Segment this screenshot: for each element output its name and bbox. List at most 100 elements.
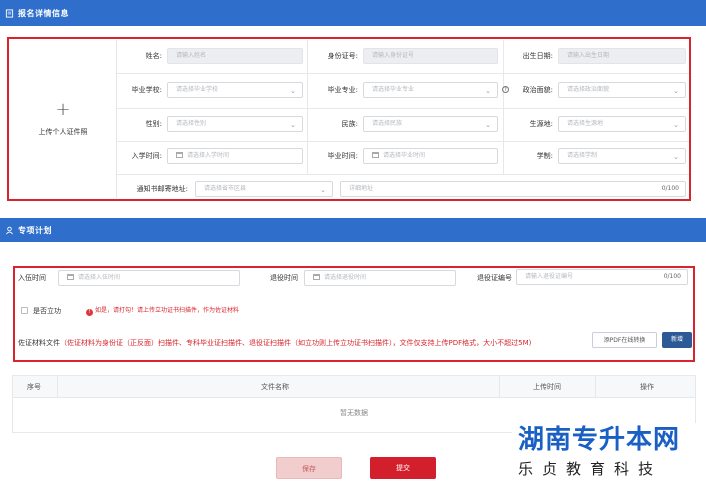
- ethnic-label: 民族:: [341, 120, 358, 128]
- chevron-down-icon: ⌄: [673, 121, 679, 129]
- politics-label: 政治面貌:: [522, 86, 553, 94]
- enlist-placeholder: 请选择入伍时间: [78, 274, 121, 281]
- divider: [117, 141, 689, 142]
- char-counter: 0/100: [663, 273, 681, 280]
- chevron-down-icon: ⌄: [290, 87, 296, 95]
- divider: [117, 108, 689, 109]
- column-actions: 操作: [640, 383, 654, 391]
- watermark-title: 湖南专升本网: [518, 425, 681, 455]
- chevron-down-icon: ⌄: [485, 87, 491, 95]
- alert-icon: !: [86, 309, 93, 316]
- gender-placeholder: 请选择性别: [176, 120, 207, 127]
- address-detail-input[interactable]: 详细地址 0/100: [340, 181, 686, 197]
- major-placeholder: 请选择毕业专业: [372, 86, 415, 93]
- chevron-down-icon: ⌄: [320, 186, 326, 194]
- section-title: 专项计划: [18, 225, 52, 235]
- divider: [595, 376, 596, 398]
- divider: [57, 376, 58, 398]
- document-icon: [5, 8, 14, 18]
- gender-label: 性别:: [145, 120, 162, 128]
- region-placeholder: 请选择省市区县: [204, 185, 247, 192]
- mailing-label: 通知书邮寄地址:: [136, 185, 188, 193]
- upload-label: 上传个人证件照: [38, 128, 88, 136]
- pdf-convert-button[interactable]: 添PDF在线转换: [592, 332, 657, 348]
- evidence-label: 佐证材料文件: [18, 339, 60, 347]
- add-button[interactable]: 新增: [662, 332, 692, 348]
- merit-warning-text: 如是，请打勾！请上传立功证书扫描件，作为佐证材料: [95, 307, 240, 314]
- divider: [117, 73, 689, 74]
- calendar-icon: [372, 152, 379, 158]
- watermark: 湖南专升本网 乐贞教育科技: [512, 423, 706, 483]
- divider: [503, 40, 504, 174]
- school-label: 毕业学校:: [131, 86, 162, 94]
- merit-label: 是否立功: [33, 307, 61, 315]
- photo-upload[interactable]: + 上传个人证件照: [10, 40, 117, 198]
- enlist-date[interactable]: 请选择入伍时间: [58, 270, 240, 286]
- divider: [499, 376, 500, 398]
- calendar-icon: [176, 152, 183, 158]
- name-input[interactable]: 请输入姓名: [167, 48, 303, 64]
- discharge-label: 退役时间: [270, 274, 298, 282]
- users-icon: [5, 226, 14, 234]
- enroll-placeholder: 请选择入学时间: [187, 152, 230, 159]
- merit-warning: ! 如是，请打勾！请上传立功证书扫描件，作为佐证材料: [86, 305, 239, 317]
- origin-placeholder: 请选择生源地: [567, 120, 604, 127]
- column-upload-time: 上传时间: [533, 383, 561, 391]
- ethnic-placeholder: 请选择民族: [372, 120, 403, 127]
- gender-select[interactable]: 请选择性别 ⌄: [167, 116, 303, 132]
- enroll-date[interactable]: 请选择入学时间: [167, 148, 303, 164]
- divider: [117, 174, 689, 175]
- politics-select[interactable]: 请选择政治面貌 ⌄: [558, 82, 686, 98]
- major-label: 毕业专业:: [327, 86, 358, 94]
- cert-placeholder: 请输入退役证编号: [525, 273, 574, 280]
- discharge-date[interactable]: 请选择退役时间: [304, 270, 456, 286]
- ethnic-select[interactable]: 请选择民族 ⌄: [363, 116, 498, 132]
- section-header-application-details: 报名详情信息: [0, 0, 706, 26]
- grad-date[interactable]: 请选择毕业时间: [363, 148, 498, 164]
- address-placeholder: 详细地址: [349, 185, 374, 192]
- enroll-label: 入学时间:: [131, 152, 162, 160]
- grad-placeholder: 请选择毕业时间: [383, 152, 426, 159]
- origin-label: 生源地:: [529, 120, 553, 128]
- cert-label: 退役证编号: [477, 274, 512, 282]
- system-placeholder: 请选择学制: [567, 152, 598, 159]
- calendar-icon: [67, 274, 74, 280]
- cert-input[interactable]: 请输入退役证编号 0/100: [516, 269, 688, 285]
- plus-icon: +: [55, 99, 71, 120]
- politics-placeholder: 请选择政治面貌: [567, 86, 610, 93]
- school-placeholder: 请选择毕业学校: [176, 86, 219, 93]
- system-select[interactable]: 请选择学制 ⌄: [558, 148, 686, 164]
- idcard-input[interactable]: 请输入身份证号: [363, 48, 498, 64]
- system-label: 学制:: [536, 152, 553, 160]
- birth-input[interactable]: 请输入出生日期: [558, 48, 686, 64]
- name-label: 姓名:: [145, 52, 162, 60]
- column-filename: 文件名称: [261, 383, 289, 391]
- merit-checkbox[interactable]: [21, 307, 28, 314]
- birth-label: 出生日期:: [522, 52, 553, 60]
- chevron-down-icon: ⌄: [673, 87, 679, 95]
- idcard-label: 身份证号:: [327, 52, 358, 60]
- school-select[interactable]: 请选择毕业学校 ⌄: [167, 82, 303, 98]
- char-counter: 0/100: [661, 185, 679, 192]
- empty-state: 暂无数据: [340, 409, 368, 417]
- divider: [307, 40, 308, 174]
- discharge-placeholder: 请选择退役时间: [324, 274, 367, 281]
- save-button[interactable]: 保存: [276, 457, 342, 479]
- chevron-down-icon: ⌄: [673, 153, 679, 161]
- chevron-down-icon: ⌄: [290, 121, 296, 129]
- watermark-subtitle: 乐贞教育科技: [518, 460, 663, 478]
- chevron-down-icon: ⌄: [485, 121, 491, 129]
- submit-button[interactable]: 提交: [370, 457, 436, 479]
- column-index: 序号: [27, 383, 41, 391]
- enlist-label: 入伍时间: [18, 274, 46, 282]
- table-header: 序号 文件名称 上传时间 操作: [13, 376, 695, 398]
- section-header-special-plan: 专项计划: [0, 218, 706, 242]
- evidence-note: （佐证材料为身份证（正反面）扫描件、专科毕业证扫描件、退役证扫描件（如立功则上传…: [60, 339, 532, 347]
- origin-select[interactable]: 请选择生源地 ⌄: [558, 116, 686, 132]
- calendar-icon: [313, 274, 320, 280]
- region-select[interactable]: 请选择省市区县 ⌄: [195, 181, 333, 197]
- grad-label: 毕业时间:: [327, 152, 358, 160]
- major-select[interactable]: 请选择毕业专业 ⌄: [363, 82, 498, 98]
- section-title: 报名详情信息: [18, 8, 69, 18]
- evidence-description: 佐证材料文件（佐证材料为身份证（正反面）扫描件、专科毕业证扫描件、退役证扫描件（…: [18, 338, 588, 348]
